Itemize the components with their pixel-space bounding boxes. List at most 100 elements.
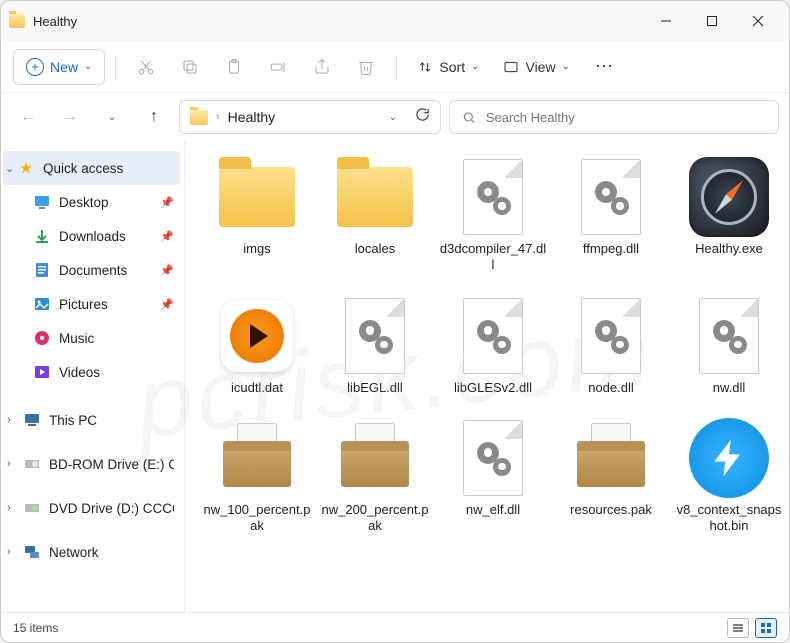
package-file-icon (223, 429, 291, 487)
details-view-button[interactable] (727, 618, 749, 638)
file-item[interactable]: libEGL.dll (319, 294, 431, 396)
refresh-button[interactable] (415, 107, 430, 127)
file-item[interactable]: nw.dll (673, 294, 785, 396)
compass-app-icon (689, 157, 769, 237)
music-icon (33, 329, 51, 347)
status-bar: 15 items (1, 612, 789, 642)
file-item[interactable]: Healthy.exe (673, 155, 785, 274)
explorer-window: Healthy + New ⌄ Sort ⌄ View ⌄ ⋯ (0, 0, 790, 643)
sidebar-this-pc[interactable]: › This PC (3, 403, 180, 437)
chevron-down-icon: ⌄ (84, 61, 92, 72)
sidebar-bdrom[interactable]: › BD-ROM Drive (E:) CCCOMA_X64FRE_EN-US_… (3, 447, 180, 481)
sidebar-item-desktop[interactable]: Desktop 📌 (3, 185, 180, 219)
recent-button[interactable]: ⌄ (95, 100, 129, 134)
file-item[interactable]: imgs (201, 155, 313, 274)
chevron-down-icon[interactable]: ⌄ (389, 112, 397, 123)
file-item[interactable]: nw_elf.dll (437, 416, 549, 535)
pin-icon: 📌 (160, 196, 174, 209)
chevron-right-icon: › (7, 502, 11, 514)
dll-file-icon (581, 298, 641, 374)
forward-button[interactable]: → (53, 100, 87, 134)
file-label: icudtl.dat (231, 380, 283, 396)
file-label: Healthy.exe (695, 241, 763, 257)
file-label: libEGL.dll (347, 380, 403, 396)
sidebar-item-label: Documents (59, 263, 127, 278)
search-input[interactable] (486, 110, 766, 125)
sidebar-item-label: Music (59, 331, 94, 346)
file-item[interactable]: v8_context_snapshot.bin (673, 416, 785, 535)
close-button[interactable] (735, 5, 781, 37)
file-item[interactable]: libGLESv2.dll (437, 294, 549, 396)
copy-button[interactable] (170, 49, 210, 85)
file-label: nw.dll (713, 380, 746, 396)
chevron-right-icon: › (216, 111, 220, 123)
breadcrumb[interactable]: Healthy (228, 109, 275, 125)
more-button[interactable]: ⋯ (584, 49, 624, 85)
separator (115, 55, 116, 79)
maximize-button[interactable] (689, 5, 735, 37)
chevron-right-icon: › (7, 458, 11, 470)
pin-icon: 📌 (160, 230, 174, 243)
sort-icon (417, 59, 433, 75)
sidebar-item-label: This PC (49, 413, 97, 428)
file-item[interactable]: d3dcompiler_47.dll (437, 155, 549, 274)
sidebar-item-pictures[interactable]: Pictures 📌 (3, 287, 180, 321)
file-label: v8_context_snapshot.bin (675, 502, 783, 535)
pin-icon: 📌 (160, 298, 174, 311)
pin-icon: 📌 (160, 264, 174, 277)
rename-button[interactable] (258, 49, 298, 85)
chevron-right-icon: › (7, 414, 11, 426)
file-item[interactable]: node.dll (555, 294, 667, 396)
sort-button[interactable]: Sort ⌄ (407, 49, 489, 85)
file-item[interactable]: icudtl.dat (201, 294, 313, 396)
file-item[interactable]: ffmpeg.dll (555, 155, 667, 274)
folder-icon (337, 167, 413, 227)
file-label: nw_200_percent.pak (321, 502, 429, 535)
up-button[interactable]: ↑ (137, 100, 171, 134)
new-button[interactable]: + New ⌄ (13, 49, 105, 85)
file-label: ffmpeg.dll (583, 241, 639, 257)
delete-button[interactable] (346, 49, 386, 85)
sidebar-network[interactable]: › Network (3, 535, 180, 569)
dll-file-icon (463, 159, 523, 235)
file-label: resources.pak (570, 502, 652, 518)
file-item[interactable]: resources.pak (555, 416, 667, 535)
file-grid: imgs locales d3dcompiler_47.dll ffmpeg.dll H… (201, 155, 779, 534)
sidebar-item-downloads[interactable]: Downloads 📌 (3, 219, 180, 253)
sidebar-item-videos[interactable]: Videos (3, 355, 180, 389)
sidebar-item-documents[interactable]: Documents 📌 (3, 253, 180, 287)
file-pane[interactable]: imgs locales d3dcompiler_47.dll ffmpeg.dll H… (185, 141, 789, 612)
share-button[interactable] (302, 49, 342, 85)
download-icon (33, 227, 51, 245)
sidebar-item-music[interactable]: Music (3, 321, 180, 355)
file-item[interactable]: nw_100_percent.pak (201, 416, 313, 535)
sort-label: Sort (439, 59, 465, 75)
chevron-down-icon: ⌄ (562, 61, 570, 72)
file-item[interactable]: locales (319, 155, 431, 274)
window-title: Healthy (33, 14, 77, 29)
minimize-button[interactable] (643, 5, 689, 37)
desktop-icon (33, 193, 51, 211)
quick-access-label: Quick access (43, 161, 123, 176)
view-button[interactable]: View ⌄ (493, 49, 579, 85)
dll-file-icon (581, 159, 641, 235)
file-item[interactable]: nw_200_percent.pak (319, 416, 431, 535)
sidebar-item-label: DVD Drive (D:) CCCOMA_X64FRE_EN-US_DV9 (49, 501, 174, 516)
title-bar: Healthy (1, 1, 789, 41)
sidebar-item-label: Pictures (59, 297, 108, 312)
file-label: locales (355, 241, 395, 257)
pc-icon (23, 411, 41, 429)
address-bar[interactable]: › Healthy ⌄ (179, 100, 441, 134)
paste-button[interactable] (214, 49, 254, 85)
icons-view-button[interactable] (755, 618, 777, 638)
body: pcrisk.com ⌄ ★ Quick access Desktop 📌 Do… (1, 141, 789, 612)
dll-file-icon (699, 298, 759, 374)
back-button[interactable]: ← (11, 100, 45, 134)
document-icon (33, 261, 51, 279)
search-box[interactable] (449, 100, 779, 134)
nav-row: ← → ⌄ ↑ › Healthy ⌄ (1, 93, 789, 141)
dll-file-icon (345, 298, 405, 374)
sidebar-dvd[interactable]: › DVD Drive (D:) CCCOMA_X64FRE_EN-US_DV9 (3, 491, 180, 525)
sidebar-quick-access[interactable]: ⌄ ★ Quick access (3, 151, 180, 185)
cut-button[interactable] (126, 49, 166, 85)
